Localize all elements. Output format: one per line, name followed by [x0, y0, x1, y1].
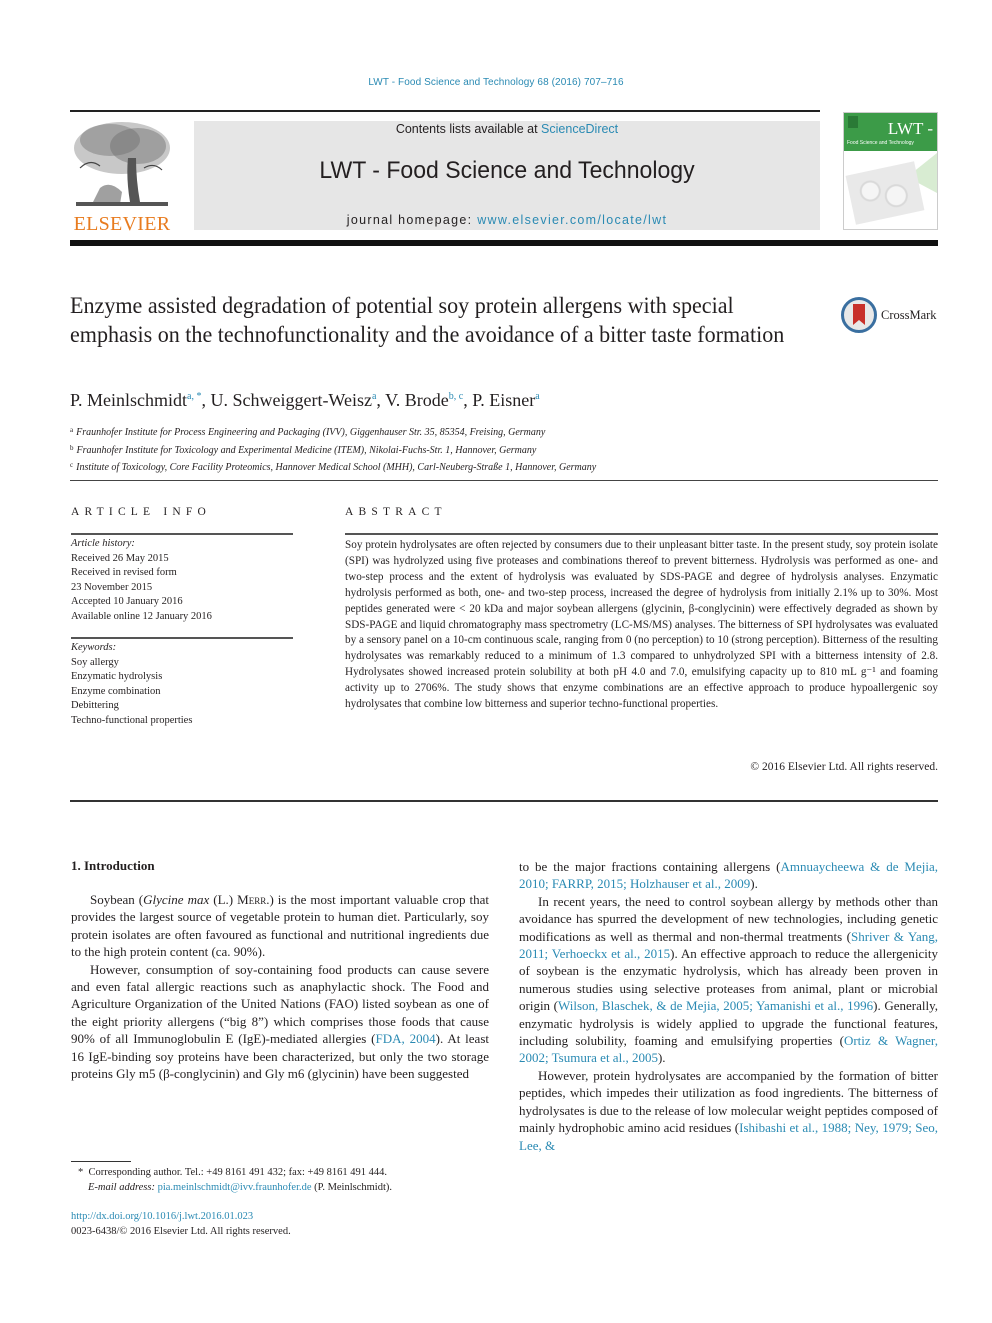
author-affiliation-mark[interactable]: a — [535, 391, 539, 402]
body-column-right: to be the major fractions containing all… — [519, 858, 938, 1154]
history-entry: 23 November 2015 — [71, 581, 153, 593]
sciencedirect-link[interactable]: ScienceDirect — [541, 122, 618, 136]
keywords-heading: Keywords: — [71, 642, 117, 653]
body-column-left: Soybean (Glycine max (L.) Merr.) is the … — [71, 891, 489, 1082]
cover-title: LWT - — [887, 119, 933, 138]
keyword: Enzyme combination — [71, 685, 161, 697]
elsevier-logo[interactable]: ELSEVIER — [70, 118, 174, 236]
article-history-heading: Article history: — [71, 538, 135, 549]
journal-citation-link[interactable]: LWT - Food Science and Technology 68 (20… — [0, 77, 992, 88]
history-entry: Available online 12 January 2016 — [71, 610, 212, 622]
taxonomic-authority: Merr. — [237, 892, 270, 907]
text: to be the major fractions containing all… — [519, 859, 781, 874]
issn-copyright: 0023-6438/© 2016 Elsevier Ltd. All right… — [71, 1226, 291, 1237]
affiliations: a Fraunhofer Institute for Process Engine… — [70, 423, 596, 476]
affiliation: a Fraunhofer Institute for Process Engine… — [70, 423, 596, 441]
divider — [71, 637, 293, 639]
elsevier-wordmark: ELSEVIER — [73, 213, 171, 235]
crossmark-icon — [841, 297, 877, 333]
author-name[interactable]: U. Schweiggert-Weisz — [210, 390, 372, 410]
history-entry: Accepted 10 January 2016 — [71, 596, 183, 607]
email-label: E-mail address: — [88, 1182, 155, 1193]
elsevier-tree-icon — [70, 118, 174, 212]
doi-link[interactable]: http://dx.doi.org/10.1016/j.lwt.2016.01.… — [71, 1211, 253, 1222]
affiliation: b Fraunhofer Institute for Toxicology and… — [70, 441, 596, 459]
cover-image — [845, 161, 925, 225]
author-name[interactable]: V. Brode — [385, 390, 449, 410]
reference-link[interactable]: Wilson, Blaschek, & de Mejia, 2005; Yama… — [558, 998, 873, 1013]
paragraph: In recent years, the need to control soy… — [519, 893, 938, 1067]
email-link[interactable]: pia.meinlschmidt@ivv.fraunhofer.de — [158, 1182, 312, 1193]
affiliation-mark: c — [70, 461, 74, 469]
homepage-prefix: journal homepage: — [346, 213, 478, 227]
text: (L.) — [209, 892, 238, 907]
paragraph: However, protein hydrolysates are accomp… — [519, 1067, 938, 1154]
footnote-rule — [71, 1161, 131, 1162]
paragraph: Soybean (Glycine max (L.) Merr.) is the … — [71, 891, 489, 961]
text: Soybean ( — [90, 892, 144, 907]
author-affiliation-mark[interactable]: b, c — [449, 391, 463, 402]
header-rule — [70, 110, 820, 112]
crossmark-label: CrossMark — [881, 308, 937, 322]
email-owner: (P. Meinlschmidt). — [311, 1182, 393, 1193]
masthead-thick-rule — [70, 240, 938, 246]
homepage-line: journal homepage: www.elsevier.com/locat… — [194, 213, 820, 227]
author-affiliation-mark[interactable]: a, * — [187, 391, 201, 402]
affiliation-text: Institute of Toxicology, Core Facility P… — [76, 462, 597, 473]
abstract-text: Soy protein hydrolysates are often rejec… — [345, 539, 938, 711]
affiliation-mark: a — [70, 426, 74, 434]
journal-title: LWT - Food Science and Technology — [319, 157, 695, 184]
corresponding-author-text: Corresponding author. Tel.: +49 8161 491… — [88, 1167, 387, 1178]
keyword: Enzymatic hydrolysis — [71, 671, 163, 682]
paragraph: to be the major fractions containing all… — [519, 858, 938, 893]
author-name[interactable]: P. Meinlschmidt — [70, 390, 187, 410]
corresponding-author-note: * Corresponding author. Tel.: +49 8161 4… — [78, 1165, 392, 1180]
divider — [345, 533, 938, 535]
history-entry: Received in revised form — [71, 567, 177, 578]
reference-link[interactable]: FDA, 2004 — [375, 1031, 435, 1046]
contents-line: Contents lists available at ScienceDirec… — [194, 122, 820, 136]
affiliation: c Institute of Toxicology, Core Facility … — [70, 458, 596, 476]
author-affiliation-mark[interactable]: a — [372, 391, 376, 402]
text: ). — [657, 1050, 666, 1066]
affiliation-mark: b — [70, 443, 74, 452]
crossmark-button[interactable]: CrossMark — [841, 297, 941, 333]
footnote-star: * — [78, 1167, 84, 1178]
article-title: Enzyme assisted degradation of potential… — [70, 293, 785, 347]
divider — [70, 800, 938, 802]
cover-subtitle: Food Science and Technology — [847, 140, 914, 146]
keyword: Soy allergy — [71, 656, 119, 668]
history-entry: Received 26 May 2015 — [71, 552, 169, 564]
divider — [71, 533, 293, 535]
divider — [70, 480, 938, 481]
affiliation-text: Fraunhofer Institute for Process Enginee… — [76, 427, 546, 438]
author-name[interactable]: P. Eisner — [472, 390, 535, 410]
paragraph: However, consumption of soy-containing f… — [71, 961, 489, 1083]
species-name: Glycine max — [143, 892, 210, 907]
author-list: P. Meinlschmidta, *, U. Schweiggert-Weis… — [70, 390, 540, 410]
journal-homepage-link[interactable]: www.elsevier.com/locate/lwt — [477, 213, 667, 227]
article-history: Article history: Received 26 May 2015 Re… — [71, 537, 212, 624]
contents-prefix: Contents lists available at — [395, 122, 542, 136]
cover-elsevier-icon — [848, 116, 858, 128]
keyword: Debittering — [71, 700, 119, 711]
journal-cover-thumbnail[interactable]: LWT - Food Science and Technology — [843, 112, 938, 230]
text: ). — [750, 876, 758, 892]
footnote: * Corresponding author. Tel.: +49 8161 4… — [78, 1165, 392, 1195]
email-line: E-mail address: pia.meinlschmidt@ivv.fra… — [78, 1180, 392, 1195]
keywords: Keywords: Soy allergy Enzymatic hydrolys… — [71, 641, 192, 728]
abstract-heading: ABSTRACT — [345, 506, 447, 518]
article-info-heading: ARTICLE INFO — [71, 506, 211, 518]
affiliation-text: Fraunhofer Institute for Toxicology and … — [76, 444, 537, 456]
section-heading: 1. Introduction — [71, 858, 155, 873]
abstract-copyright: © 2016 Elsevier Ltd. All rights reserved… — [750, 761, 938, 773]
keyword: Techno-functional properties — [71, 714, 193, 726]
journal-masthead: Contents lists available at ScienceDirec… — [194, 121, 820, 230]
